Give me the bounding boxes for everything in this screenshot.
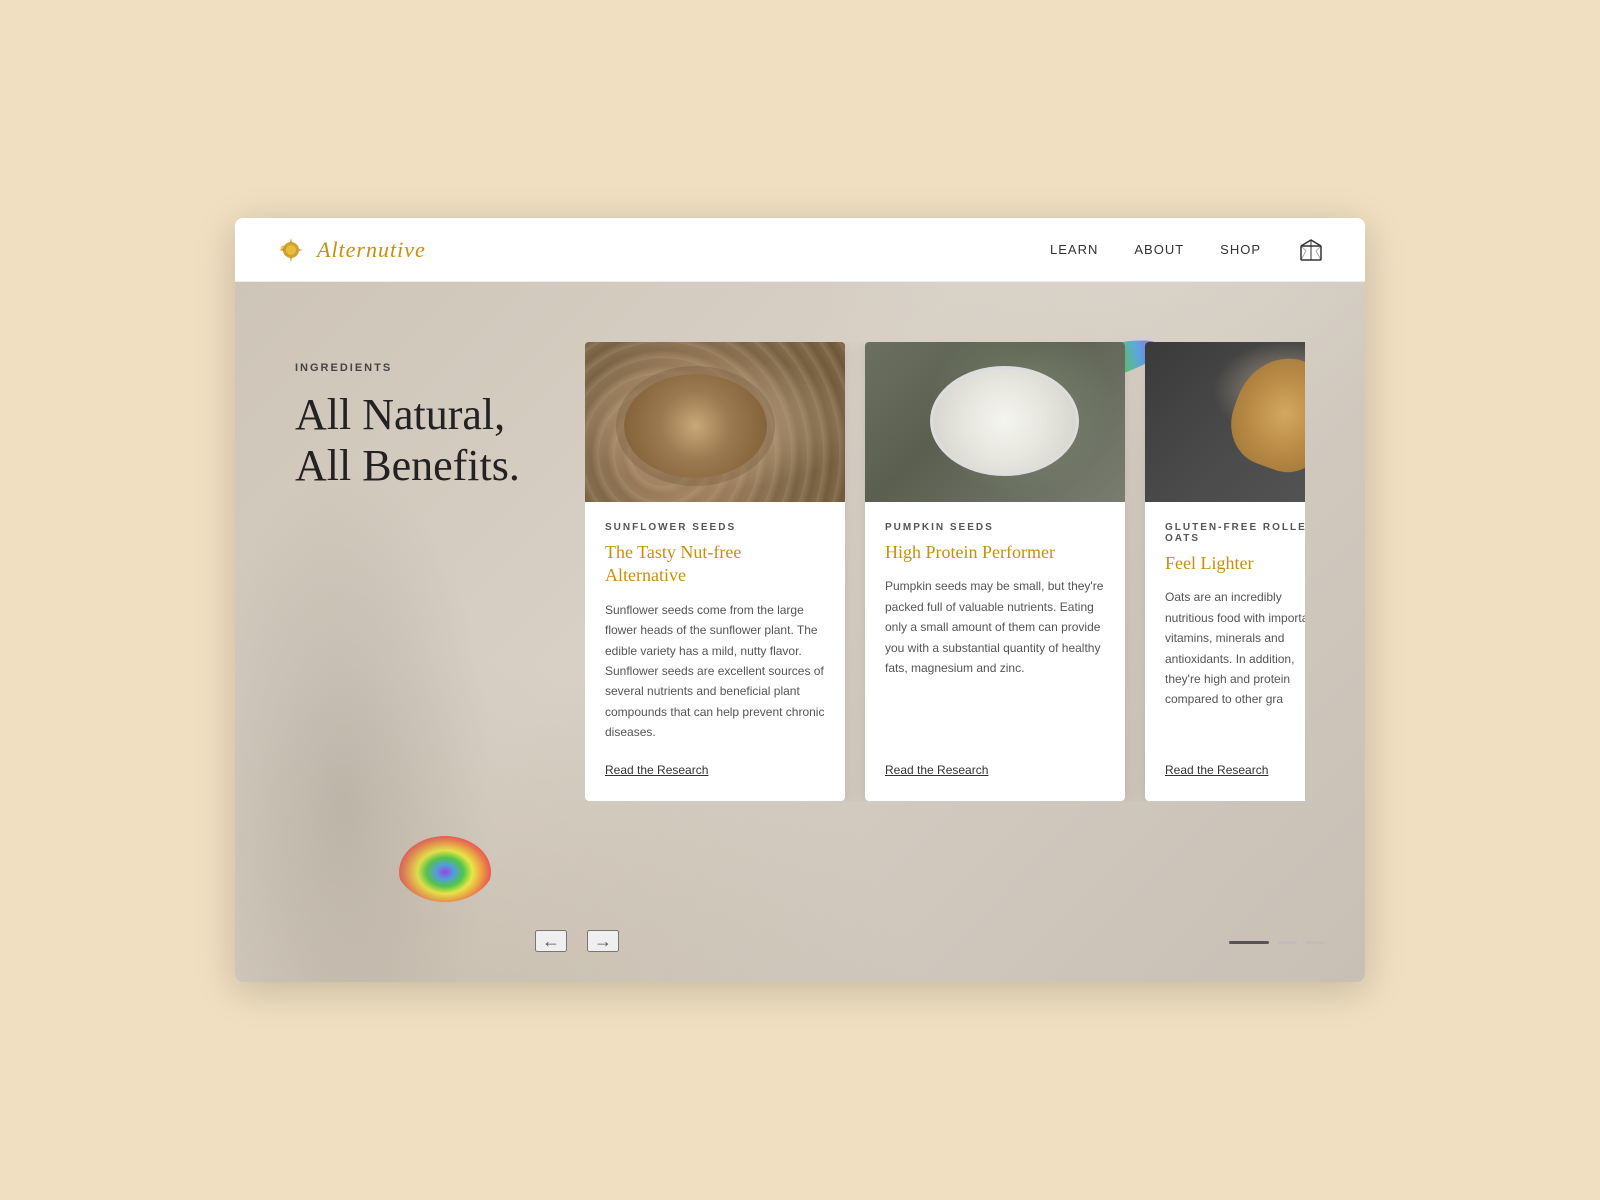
card-title-sunflower: The Tasty Nut-free Alternative bbox=[605, 541, 825, 588]
browser-window: Alternutive LEARN ABOUT SHOP bbox=[235, 218, 1365, 982]
slider-nav-arrows: ← → bbox=[535, 930, 619, 952]
section-label: INGREDIENTS bbox=[295, 362, 545, 374]
card-pumpkin: PUMPKIN SEEDS High Protein Performer Pum… bbox=[865, 342, 1125, 801]
card-title-oats: Feel Lighter bbox=[1165, 552, 1305, 575]
card-desc-sunflower: Sunflower seeds come from the large flow… bbox=[605, 600, 825, 743]
nav-learn[interactable]: LEARN bbox=[1050, 242, 1098, 257]
card-image-pumpkin bbox=[865, 342, 1125, 502]
card-image-sunflower bbox=[585, 342, 845, 502]
slider-dots bbox=[1229, 941, 1325, 944]
card-link-pumpkin[interactable]: Read the Research bbox=[885, 763, 1105, 777]
hero-title-line2: All Benefits. bbox=[295, 441, 520, 490]
logo-area: Alternutive bbox=[275, 234, 426, 266]
card-body-sunflower: SUNFLOWER SEEDS The Tasty Nut-free Alter… bbox=[585, 502, 845, 801]
logo-text: Alternutive bbox=[317, 237, 426, 263]
nav-about[interactable]: ABOUT bbox=[1134, 242, 1184, 257]
card-link-oats[interactable]: Read the Research bbox=[1165, 763, 1305, 777]
prev-arrow-button[interactable]: ← bbox=[535, 930, 567, 952]
card-body-oats: GLUTEN-FREE ROLLED OATS Feel Lighter Oat… bbox=[1145, 502, 1305, 801]
hero-title: All Natural, All Benefits. bbox=[295, 390, 545, 491]
card-category-oats: GLUTEN-FREE ROLLED OATS bbox=[1165, 522, 1305, 544]
dot-3[interactable] bbox=[1305, 941, 1325, 944]
card-body-pumpkin: PUMPKIN SEEDS High Protein Performer Pum… bbox=[865, 502, 1125, 801]
logo-icon bbox=[275, 234, 307, 266]
card-link-sunflower[interactable]: Read the Research bbox=[605, 763, 825, 777]
card-desc-oats: Oats are an incredibly nutritious food w… bbox=[1165, 587, 1305, 742]
card-sunflower: SUNFLOWER SEEDS The Tasty Nut-free Alter… bbox=[585, 342, 845, 801]
nav-shop[interactable]: SHOP bbox=[1220, 242, 1261, 257]
card-category-pumpkin: PUMPKIN SEEDS bbox=[885, 522, 1105, 533]
hero-section: INGREDIENTS All Natural, All Benefits. S… bbox=[235, 282, 1365, 982]
dot-1[interactable] bbox=[1229, 941, 1269, 944]
hero-title-line1: All Natural, bbox=[295, 390, 505, 439]
next-arrow-button[interactable]: → bbox=[587, 930, 619, 952]
navbar: Alternutive LEARN ABOUT SHOP bbox=[235, 218, 1365, 282]
hero-content: INGREDIENTS All Natural, All Benefits. S… bbox=[295, 342, 1305, 801]
card-category-sunflower: SUNFLOWER SEEDS bbox=[605, 522, 825, 533]
card-title-pumpkin: High Protein Performer bbox=[885, 541, 1105, 564]
hero-text-block: INGREDIENTS All Natural, All Benefits. bbox=[295, 342, 545, 491]
cart-icon[interactable] bbox=[1297, 236, 1325, 264]
cards-area: SUNFLOWER SEEDS The Tasty Nut-free Alter… bbox=[585, 342, 1305, 801]
dot-2[interactable] bbox=[1277, 941, 1297, 944]
card-oats: GLUTEN-FREE ROLLED OATS Feel Lighter Oat… bbox=[1145, 342, 1305, 801]
nav-links: LEARN ABOUT SHOP bbox=[1050, 236, 1325, 264]
card-desc-pumpkin: Pumpkin seeds may be small, but they're … bbox=[885, 576, 1105, 742]
card-image-oats bbox=[1145, 342, 1305, 502]
